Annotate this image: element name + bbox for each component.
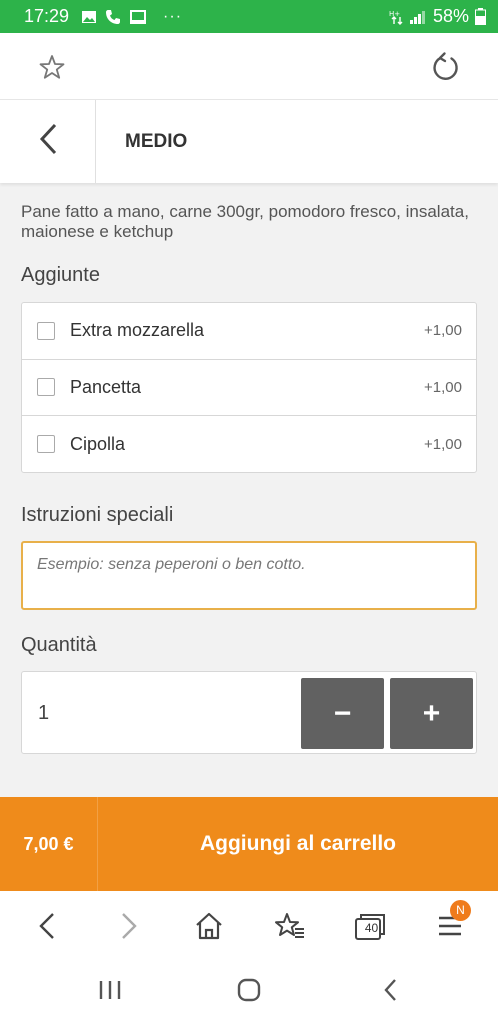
more-dots-icon: ··· bbox=[163, 7, 183, 25]
page-header: MEDIO bbox=[0, 100, 498, 183]
page-title: MEDIO bbox=[125, 131, 188, 152]
quantity-label: Quantità bbox=[21, 634, 97, 656]
addon-name: Cipolla bbox=[70, 433, 126, 454]
battery-icon bbox=[475, 8, 486, 25]
addon-checkbox[interactable] bbox=[37, 378, 55, 397]
signal-icon bbox=[409, 9, 427, 25]
system-navigation-bar bbox=[0, 957, 498, 1024]
addon-name: Pancetta bbox=[70, 376, 142, 397]
add-to-cart-bar[interactable]: 7,00 € Aggiungi al carrello bbox=[0, 797, 498, 891]
status-time: 17:29 bbox=[24, 6, 70, 26]
recents-icon[interactable] bbox=[96, 975, 124, 1005]
menu-notification-badge: N bbox=[450, 900, 471, 921]
browser-top-bar bbox=[0, 33, 498, 100]
phone-icon bbox=[105, 9, 121, 25]
addon-price: +1,00 bbox=[424, 322, 462, 340]
instructions-textarea[interactable]: Esempio: senza peperoni o ben cotto. bbox=[21, 541, 477, 610]
data-arrows-icon: H+ bbox=[389, 9, 403, 25]
increase-quantity-button[interactable]: + bbox=[390, 678, 473, 749]
addon-name: Extra mozzarella bbox=[70, 320, 205, 341]
reload-icon[interactable] bbox=[430, 51, 462, 83]
add-to-cart-button[interactable]: Aggiungi al carrello bbox=[98, 797, 498, 891]
addon-row[interactable]: Cipolla +1,00 bbox=[22, 416, 476, 473]
addon-price: +1,00 bbox=[424, 435, 462, 453]
browser-bottom-toolbar: 40 bbox=[0, 891, 498, 957]
back-arrow-icon[interactable] bbox=[29, 908, 65, 944]
back-button[interactable] bbox=[0, 100, 96, 183]
home-circle-icon[interactable] bbox=[235, 975, 263, 1005]
quantity-value[interactable]: 1 bbox=[38, 672, 49, 755]
system-back-icon[interactable] bbox=[376, 975, 404, 1005]
cast-icon bbox=[129, 9, 147, 25]
decrease-quantity-button[interactable]: − bbox=[301, 678, 384, 749]
tabs-icon[interactable]: 40 bbox=[352, 908, 388, 944]
tabs-count: 40 bbox=[364, 921, 379, 935]
home-icon[interactable] bbox=[191, 908, 227, 944]
forward-arrow-icon[interactable] bbox=[111, 908, 147, 944]
plus-icon: + bbox=[422, 696, 441, 730]
image-icon bbox=[81, 9, 97, 25]
instructions-placeholder: Esempio: senza peperoni o ben cotto. bbox=[37, 556, 306, 573]
addon-row[interactable]: Extra mozzarella +1,00 bbox=[22, 303, 476, 360]
instructions-label: Istruzioni speciali bbox=[21, 504, 174, 526]
addon-price: +1,00 bbox=[424, 378, 462, 396]
addon-checkbox[interactable] bbox=[37, 435, 55, 454]
star-outline-icon[interactable] bbox=[38, 53, 66, 81]
minus-icon: − bbox=[333, 696, 352, 730]
addons-label: Aggiunte bbox=[21, 264, 100, 286]
addon-row[interactable]: Pancetta +1,00 bbox=[22, 360, 476, 416]
chevron-left-icon bbox=[37, 122, 59, 161]
status-bar: 17:29 ··· H+ 58% bbox=[0, 0, 498, 33]
quantity-stepper: 1 − + bbox=[21, 671, 477, 754]
addons-list: Extra mozzarella +1,00 Pancetta +1,00 Ci… bbox=[21, 302, 477, 473]
bookmarks-icon[interactable] bbox=[272, 908, 308, 944]
battery-percent: 58% bbox=[432, 6, 469, 26]
cart-price: 7,00 € bbox=[0, 797, 98, 891]
addon-checkbox[interactable] bbox=[37, 321, 55, 340]
product-description: Pane fatto a mano, carne 300gr, pomodoro… bbox=[21, 202, 469, 241]
